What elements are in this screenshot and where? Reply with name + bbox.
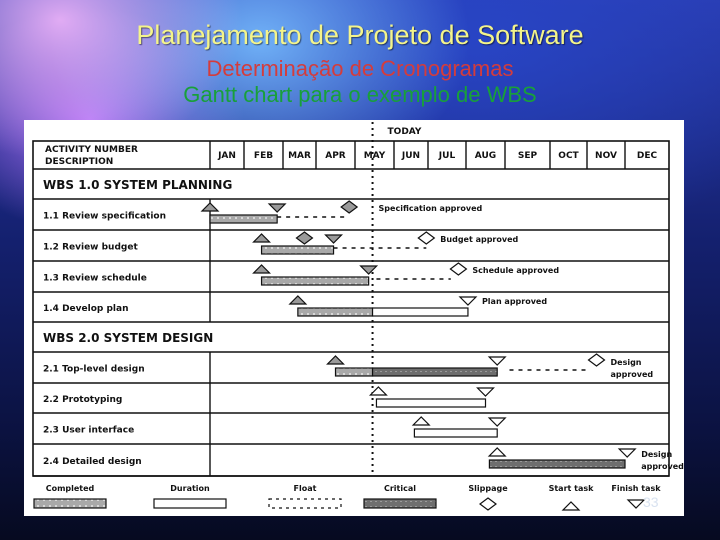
month-label: AUG [475, 151, 496, 161]
finish-task-marker [458, 296, 478, 306]
finish-task-marker [487, 356, 507, 366]
legend-swatch-start [561, 501, 581, 511]
gantt-chart-frame: ACTIVITY NUMBER DESCRIPTION JAN FEB MAR APR MA… [24, 120, 684, 516]
milestone-label: Specification approved [379, 204, 483, 213]
slide-subtitle: Determinação de Cronogramas [206, 56, 514, 81]
header-description-label: DESCRIPTION [45, 157, 113, 167]
wbs-group-label: WBS 1.0 SYSTEM PLANNING [43, 178, 232, 192]
completed-bar [334, 367, 374, 377]
month-label: MAR [288, 151, 311, 161]
legend-swatch-completed [33, 498, 107, 509]
month-label: MAY [364, 151, 386, 161]
month-label: APR [325, 151, 346, 161]
completed-bar [260, 245, 335, 255]
milestone-label: approved [611, 370, 654, 379]
task-label: 2.4 Detailed design [43, 457, 142, 467]
finish-task-marker [359, 265, 379, 275]
legend-label-duration: Duration [170, 484, 210, 493]
duration-bar [375, 398, 487, 408]
completed-bar [209, 214, 278, 224]
duration-bar [413, 428, 498, 438]
slippage-marker [449, 262, 468, 276]
header-activity-label: ACTIVITY NUMBER [45, 145, 138, 155]
month-label: FEB [254, 151, 273, 161]
milestone-label: Design [611, 358, 642, 367]
task-label: 2.1 Top-level design [43, 365, 145, 375]
month-label: OCT [558, 151, 579, 161]
duration-bar [371, 307, 469, 317]
task-label: 1.3 Review schedule [43, 274, 147, 284]
finish-task-marker [476, 387, 495, 397]
slide-title: Planejamento de Projeto de Software [136, 20, 584, 50]
start-task-marker [252, 264, 271, 274]
start-task-marker [368, 386, 388, 396]
wbs-group-label: WBS 2.0 SYSTEM DESIGN [43, 331, 213, 345]
page-number: 33 [643, 494, 659, 510]
slippage-marker [340, 200, 359, 214]
milestone-label: Plan approved [482, 297, 547, 306]
legend-swatch-slippage [479, 497, 497, 511]
legend-swatch-float [268, 498, 342, 509]
task-label: 2.2 Prototyping [43, 395, 122, 405]
completed-bar [260, 276, 370, 286]
legend-swatch-duration [153, 498, 227, 509]
completed-bar [297, 307, 374, 317]
slippage-marker [587, 353, 606, 367]
month-label: SEP [518, 151, 538, 161]
slippage-marker [417, 231, 436, 245]
start-task-marker [200, 202, 220, 212]
month-label: DEC [637, 151, 658, 161]
legend-label-critical: Critical [384, 484, 416, 493]
milestone-label: Design [641, 450, 672, 459]
today-label: TODAY [388, 127, 422, 137]
task-label: 2.3 User interface [43, 426, 134, 436]
start-task-marker [252, 233, 271, 243]
task-label: 1.2 Review budget [43, 243, 138, 253]
month-label: JAN [217, 151, 236, 161]
legend-swatch-finish [626, 499, 646, 509]
gantt-chart: ACTIVITY NUMBER DESCRIPTION JAN FEB MAR APR MA… [32, 122, 684, 511]
critical-bar [371, 367, 498, 377]
finish-task-marker [267, 203, 287, 213]
milestone-label: approved [641, 462, 684, 471]
legend-label-completed: Completed [46, 484, 95, 493]
legend-label-finish: Finish task [611, 484, 661, 493]
milestone-label: Budget approved [440, 235, 518, 244]
legend-swatch-critical [363, 498, 437, 509]
legend-label-float: Float [294, 484, 317, 493]
month-label: JUN [401, 151, 420, 161]
start-task-marker [326, 355, 345, 365]
critical-bar [488, 459, 626, 469]
month-label: NOV [595, 151, 617, 161]
slippage-marker [295, 231, 314, 245]
finish-task-marker [617, 448, 637, 458]
slide-subtitle-2: Gantt chart para o exemplo de WBS [183, 82, 537, 107]
legend-label-slippage: Slippage [468, 484, 508, 493]
milestone-label: Schedule approved [472, 266, 559, 275]
legend-label-start: Start task [549, 484, 595, 493]
task-label: 1.4 Develop plan [43, 304, 128, 314]
task-label: 1.1 Review specification [43, 212, 166, 222]
start-task-marker [288, 295, 308, 305]
finish-task-marker [324, 234, 343, 244]
start-task-marker [487, 447, 507, 457]
start-task-marker [411, 416, 431, 426]
month-label: JUL [438, 151, 456, 161]
finish-task-marker [487, 417, 507, 427]
